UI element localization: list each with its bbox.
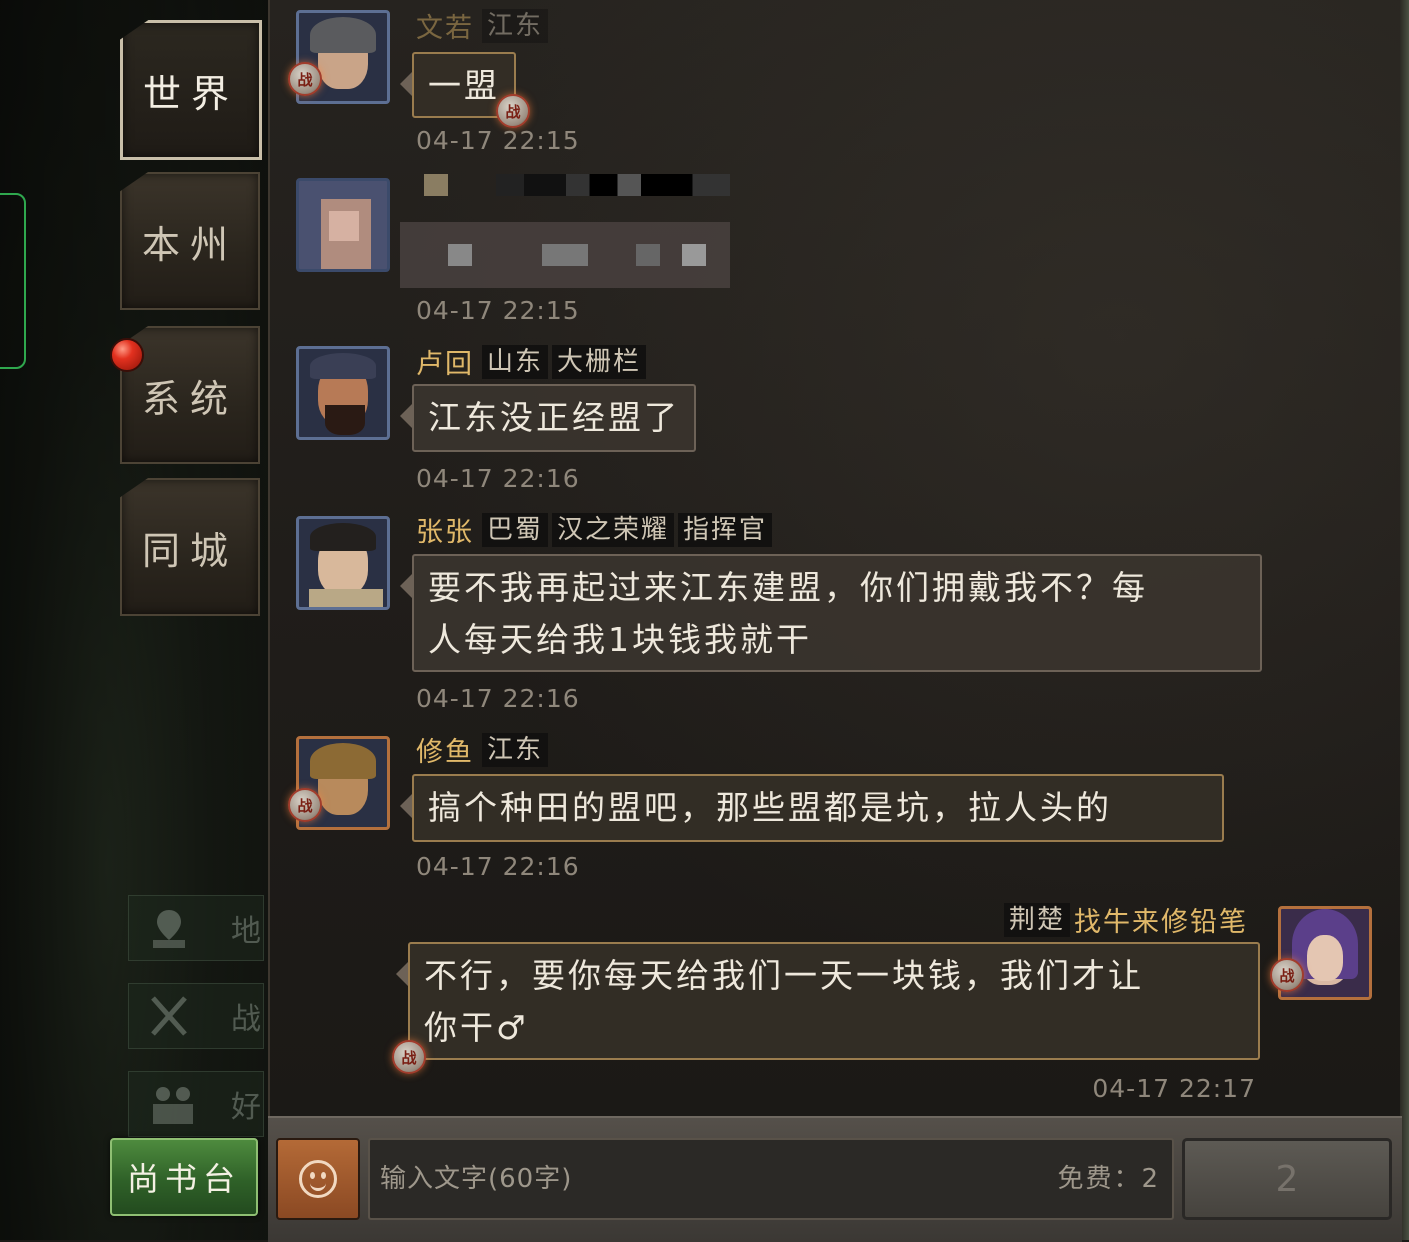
message-time: 04-17 22:17 [1092,1074,1256,1103]
battle-badge-icon: 战 [288,62,322,96]
people-icon [153,1087,193,1124]
sender-tag: 巴蜀 [482,512,549,547]
map-shortcut-label: 地 [231,914,261,949]
message-text-line: 人每天给我1块钱我就干 [428,620,812,659]
battle-badge-icon: 战 [288,788,322,822]
message-text: 一盟 [428,66,500,105]
message-bubble[interactable]: 搞个种田的盟吧，那些盟都是坑，拉人头的 [400,774,1224,842]
side-shortcuts: 地 战 好 [128,895,264,1159]
tab-province[interactable]: 本州 [120,172,260,310]
chat-input-bar: 输入文字(60字) 免费：2 2 [268,1116,1402,1242]
sender-name: 修鱼 [416,737,474,768]
tab-same-city[interactable]: 同城 [120,478,260,616]
sender-meta: 找牛来修铅笔 荆楚 [1003,900,1252,939]
friends-shortcut-label: 好 [231,1090,261,1125]
shangshu-tai-button[interactable]: 尚书台 [110,1138,258,1216]
map-overlay-frame [0,193,26,369]
battle-shortcut-label: 战 [231,1002,261,1037]
battle-badge-icon: 战 [496,94,530,128]
battle-badge-icon: 战 [392,1040,426,1074]
message-text-line: 你干♂ [424,1008,529,1047]
message-time: 04-17 22:15 [416,296,580,325]
sender-tag: 江东 [482,8,549,43]
sender-tag: 汉之荣耀 [552,512,675,547]
crossed-swords-icon [151,996,187,1036]
avatar[interactable] [296,346,390,440]
redacted-name [424,174,448,196]
message-bubble[interactable]: 江东没正经盟了 [400,384,696,452]
chat-text-input[interactable]: 输入文字(60字) 免费：2 [368,1138,1174,1220]
send-button[interactable]: 2 [1182,1138,1392,1220]
message-time: 04-17 22:16 [416,464,580,493]
message-text: 搞个种田的盟吧，那些盟都是坑，拉人头的 [428,788,1112,827]
tab-world[interactable]: 世界 [120,20,262,160]
sender-name: 找牛来修铅笔 [1074,907,1248,938]
message-text-line: 要不我再起过来江东建盟，你们拥戴我不？每 [428,568,1148,607]
sender-meta: 文若 江东 [416,6,549,45]
sender-name: 卢回 [416,349,474,380]
sender-tag: 指挥官 [678,512,773,547]
sender-tag: 山东 [482,344,549,379]
input-placeholder: 输入文字(60字) [380,1164,573,1194]
message-time: 04-17 22:16 [416,852,580,881]
sender-tag: 江东 [482,732,549,767]
message-text-line: 不行，要你每天给我们一天一块钱，我们才让 [424,956,1144,995]
message-time: 04-17 22:15 [416,126,580,155]
map-edge [1400,0,1409,1240]
message-text: 江东没正经盟了 [428,398,680,437]
battle-badge-icon: 战 [1270,958,1304,992]
sender-name: 张张 [416,517,474,548]
map-shortcut[interactable]: 地 [128,895,264,961]
chat-panel[interactable]: 战 文若 江东 一盟 战 04-17 22:15 04-17 22:15 卢回 … [268,0,1402,1116]
map-pin-icon [153,910,185,948]
sender-name: 文若 [416,13,474,44]
sender-meta: 张张 巴蜀 汉之荣耀 指挥官 [416,510,773,549]
smiley-icon [299,1160,337,1198]
free-count-label: 免费：2 [1057,1164,1160,1194]
sender-tag: 大栅栏 [552,344,647,379]
sender-meta: 修鱼 江东 [416,730,549,769]
emoji-button[interactable] [276,1138,360,1220]
message-time: 04-17 22:16 [416,684,580,713]
avatar[interactable] [296,178,390,272]
battle-shortcut[interactable]: 战 [128,983,264,1049]
message-bubble[interactable]: 要不我再起过来江东建盟，你们拥戴我不？每 人每天给我1块钱我就干 [400,554,1262,672]
sender-meta: 卢回 山东 大栅栏 [416,342,647,381]
notification-dot [110,338,144,372]
avatar[interactable] [296,516,390,610]
friends-shortcut[interactable]: 好 [128,1071,264,1137]
sender-tag: 荆楚 [1003,902,1070,937]
message-bubble[interactable]: 不行，要你每天给我们一天一块钱，我们才让 你干♂ [396,942,1260,1060]
